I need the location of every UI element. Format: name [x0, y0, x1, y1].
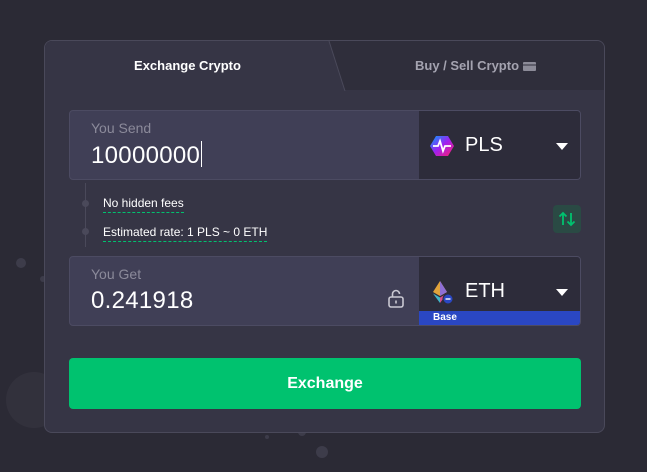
swap-currencies-button[interactable] [553, 205, 581, 233]
background-dot [316, 446, 328, 458]
info-connector-line [85, 183, 86, 247]
info-bullet [82, 228, 89, 235]
send-currency-selector[interactable]: PLS [419, 111, 580, 179]
background-dot [265, 435, 269, 439]
tab-bar: Exchange Crypto Buy / Sell Crypto [45, 41, 604, 91]
send-amount-value: 10000000 [91, 142, 201, 169]
chevron-down-icon [556, 289, 568, 296]
receive-currency-selector[interactable]: ETH Base [419, 257, 580, 325]
send-currency-code: PLS [465, 134, 503, 156]
tab-buy-sell-crypto[interactable]: Buy / Sell Crypto [345, 41, 604, 91]
receive-field: You Get 0.241918 ETH Base [69, 256, 581, 326]
unlock-icon[interactable] [386, 288, 406, 308]
tab-exchange-label: Exchange Crypto [134, 58, 241, 73]
send-field: You Send 10000000 PLS [69, 110, 581, 180]
exchange-widget: Exchange Crypto Buy / Sell Crypto You Se… [44, 40, 605, 433]
tab-buy-sell-label: Buy / Sell Crypto [414, 58, 520, 73]
receive-amount-value: 0.241918 [91, 287, 194, 314]
estimated-rate-link[interactable]: Estimated rate: 1 PLS ~ 0 ETH [103, 225, 268, 242]
chevron-down-icon [556, 143, 568, 150]
info-bullet [82, 200, 89, 207]
text-caret [201, 141, 203, 167]
tab-exchange-crypto[interactable]: Exchange Crypto [45, 41, 330, 91]
no-hidden-fees-link[interactable]: No hidden fees [103, 196, 184, 213]
exchange-info: No hidden fees Estimated rate: 1 PLS ~ 0… [82, 183, 585, 249]
exchange-button[interactable]: Exchange [69, 358, 581, 409]
network-badge: Base [419, 311, 580, 325]
ethereum-logo-icon [433, 281, 454, 304]
credit-card-icon [523, 62, 537, 71]
background-dot [16, 258, 26, 268]
swap-arrows-icon [558, 211, 576, 227]
send-amount-input[interactable]: 10000000 [91, 141, 203, 170]
pulsechain-logo-icon [430, 136, 454, 156]
receive-currency-code: ETH [465, 280, 505, 302]
receive-label: You Get [91, 266, 142, 282]
send-label: You Send [91, 120, 152, 136]
